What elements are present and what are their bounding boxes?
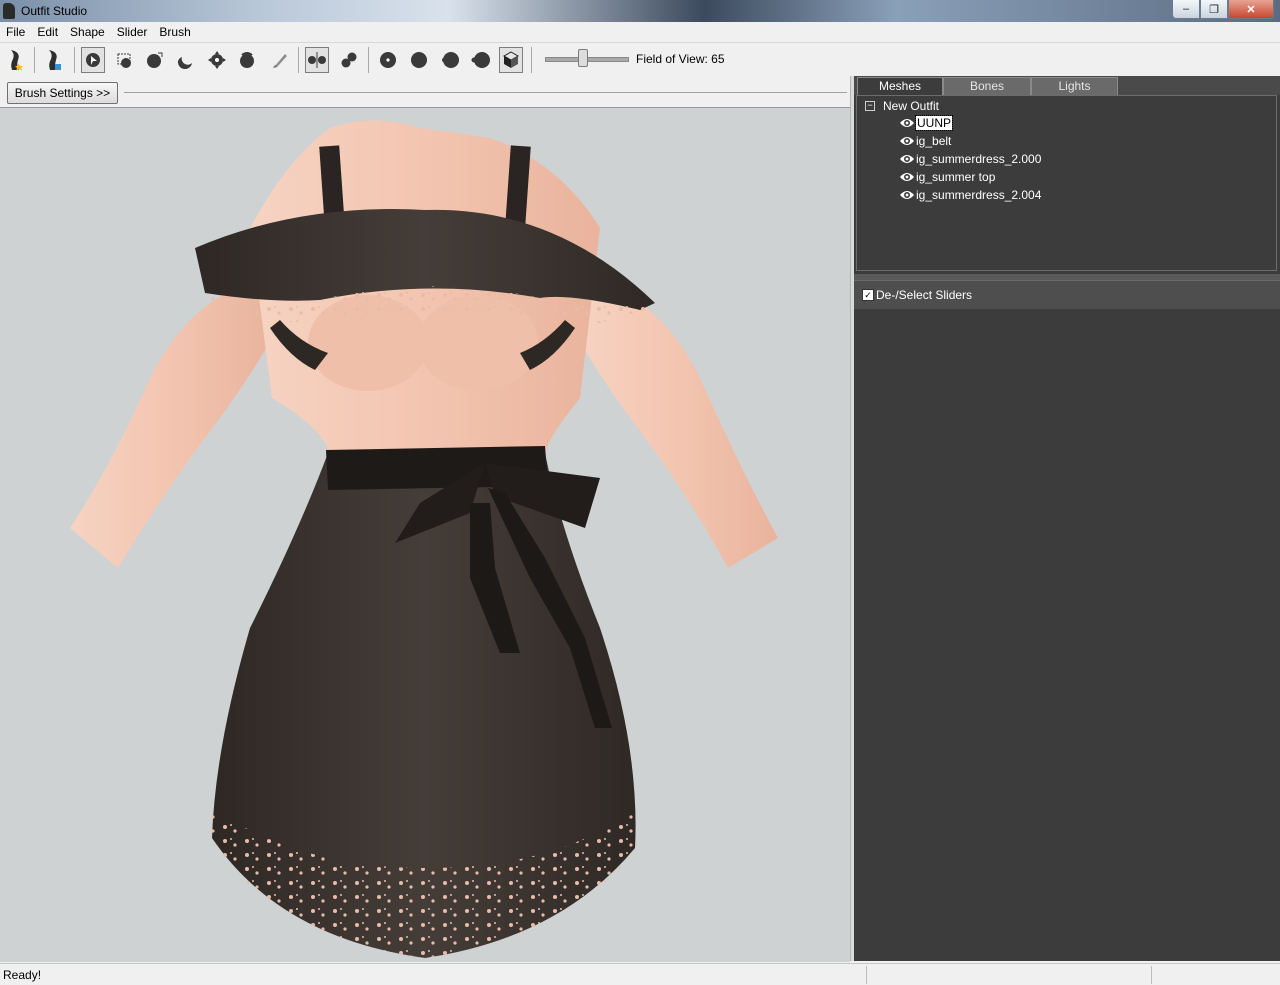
inflate-brush-icon	[147, 52, 163, 68]
status-divider	[1151, 966, 1152, 984]
mask-brush-icon	[117, 53, 131, 68]
tab-bar: Meshes Bones Lights	[854, 76, 1280, 95]
collapse-icon[interactable]: −	[865, 101, 875, 111]
fov-label: Field of View: 65	[636, 52, 725, 66]
tab-meshes[interactable]: Meshes	[857, 77, 943, 95]
mesh-name: ig_summerdress_2.004	[916, 188, 1042, 202]
weight-brush-icon	[273, 54, 287, 68]
new-project-button[interactable]	[4, 47, 28, 73]
brush-size-small-button[interactable]	[376, 47, 400, 73]
mesh-name: ig_belt	[916, 134, 952, 148]
select-sliders-label: De-/Select Sliders	[876, 288, 973, 302]
mesh-item[interactable]: ig_summerdress_2.004	[899, 187, 1041, 203]
tab-lights[interactable]: Lights	[1031, 77, 1118, 95]
connected-only-button[interactable]	[337, 47, 361, 73]
select-brush-button[interactable]	[81, 47, 105, 73]
visibility-eye-icon[interactable]	[899, 189, 915, 201]
deflate-brush-icon	[177, 57, 192, 69]
close-button[interactable]: ✕	[1228, 0, 1274, 19]
menu-file[interactable]: File	[0, 22, 31, 42]
visibility-eye-icon[interactable]	[899, 135, 915, 147]
restore-button[interactable]: ❐	[1200, 0, 1228, 19]
3d-viewport[interactable]	[0, 107, 850, 962]
status-bar: Ready!	[0, 963, 1280, 985]
mask-brush-button[interactable]	[113, 47, 137, 73]
right-panel: Meshes Bones Lights − New Outfit UUNP ig…	[854, 76, 1280, 961]
mesh-item[interactable]: ig_belt	[899, 133, 951, 149]
load-project-button[interactable]	[42, 47, 66, 73]
tree-root[interactable]: − New Outfit	[865, 99, 939, 113]
brush-size-xlarge-icon	[471, 52, 490, 68]
status-text: Ready!	[3, 968, 42, 982]
fov-slider-thumb[interactable]	[578, 49, 588, 67]
menu-edit[interactable]: Edit	[31, 22, 64, 42]
new-project-icon	[11, 50, 23, 71]
mesh-item[interactable]: ig_summer top	[899, 169, 995, 185]
load-project-icon	[49, 50, 61, 70]
mesh-item[interactable]: UUNP	[899, 115, 954, 131]
outfit-model-render	[70, 120, 778, 958]
mesh-item[interactable]: ig_summerdress_2.000	[899, 151, 1041, 167]
deflate-brush-button[interactable]	[173, 47, 197, 73]
mirror-icon	[308, 52, 326, 68]
mesh-name: ig_summer top	[916, 170, 996, 184]
mesh-tree: − New Outfit UUNP ig_belt ig_summerdress…	[856, 95, 1277, 271]
app-icon	[3, 3, 15, 19]
menu-slider[interactable]: Slider	[111, 22, 154, 42]
brush-settings-divider	[124, 92, 847, 93]
brush-size-small-icon	[380, 52, 396, 68]
brush-size-xlarge-button[interactable]	[469, 47, 493, 73]
title-bar: Outfit Studio – ❐ ✕	[0, 0, 1280, 22]
brush-size-large-icon	[442, 52, 459, 68]
visibility-eye-icon[interactable]	[899, 117, 915, 129]
tab-bones[interactable]: Bones	[943, 77, 1031, 95]
x-mirror-button[interactable]	[305, 47, 329, 73]
tree-root-label: New Outfit	[883, 99, 940, 113]
brush-size-medium-button[interactable]	[407, 47, 431, 73]
move-brush-icon	[208, 51, 226, 69]
inflate-brush-button[interactable]	[143, 47, 167, 73]
minimize-button[interactable]: –	[1172, 0, 1200, 19]
brush-size-medium-icon	[411, 52, 427, 68]
select-sliders-checkbox[interactable]: ✓	[862, 289, 874, 301]
menu-brush[interactable]: Brush	[153, 22, 196, 42]
menu-bar: File Edit Shape Slider Brush	[0, 22, 1280, 42]
connected-icon	[341, 52, 357, 68]
select-arrow-icon	[86, 53, 100, 67]
visibility-eye-icon[interactable]	[899, 153, 915, 165]
brush-size-large-button[interactable]	[438, 47, 462, 73]
menu-shape[interactable]: Shape	[64, 22, 111, 42]
weight-brush-button[interactable]	[268, 47, 292, 73]
mesh-name: ig_summerdress_2.000	[916, 152, 1042, 166]
xray-view-button[interactable]	[499, 47, 523, 73]
smooth-brush-icon	[240, 52, 254, 68]
mesh-name: UUNP	[914, 115, 954, 131]
status-divider	[866, 966, 867, 984]
window-title: Outfit Studio	[21, 4, 88, 18]
cube-icon	[502, 51, 520, 68]
brush-settings-button[interactable]: Brush Settings >>	[7, 82, 118, 104]
move-brush-button[interactable]	[205, 47, 229, 73]
visibility-eye-icon[interactable]	[899, 171, 915, 183]
sliders-header: ✓ De-/Select Sliders	[854, 280, 1280, 309]
smooth-brush-button[interactable]	[235, 47, 259, 73]
